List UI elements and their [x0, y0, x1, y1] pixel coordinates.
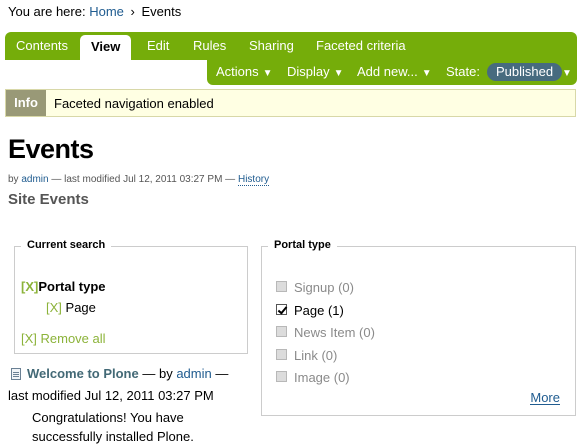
- state-chevron-down-icon[interactable]: ▼: [562, 64, 572, 79]
- breadcrumb-current: Events: [141, 4, 182, 19]
- chevron-down-icon: ▼: [421, 68, 432, 79]
- edit-bar: Contents View Edit Rules Sharing Faceted…: [5, 32, 577, 85]
- remove-value-button[interactable]: [X]: [46, 300, 62, 315]
- checkbox[interactable]: [276, 281, 287, 292]
- tab-view[interactable]: View: [80, 35, 132, 60]
- current-search-widget: Current search [X]Portal type [X] Page […: [14, 239, 248, 354]
- current-search-legend: Current search: [21, 239, 112, 251]
- state-menu-label[interactable]: State:: [446, 64, 480, 79]
- state-badge[interactable]: Published: [487, 63, 563, 81]
- breadcrumb-prefix: You are here:: [8, 4, 86, 19]
- checkbox[interactable]: [276, 371, 287, 382]
- info-message: Faceted navigation enabled: [54, 96, 214, 111]
- option-page[interactable]: Page (1): [276, 303, 344, 318]
- display-menu[interactable]: Display ▼: [287, 64, 344, 79]
- option-news-item[interactable]: News Item (0): [276, 325, 375, 340]
- tab-contents[interactable]: Contents: [16, 38, 68, 53]
- content-actions: Actions ▼ Display ▼ Add new... ▼ State: Pub…: [207, 60, 577, 85]
- criterion-value-page: [X] Page: [46, 300, 96, 315]
- history-link[interactable]: History: [237, 174, 270, 186]
- checkbox[interactable]: [276, 326, 287, 337]
- add-new-menu[interactable]: Add new... ▼: [357, 64, 432, 79]
- remove-criterion-button[interactable]: [X]: [21, 279, 38, 294]
- breadcrumb-home-link[interactable]: Home: [89, 4, 124, 19]
- option-link[interactable]: Link (0): [276, 348, 337, 363]
- result-title-link[interactable]: Welcome to Plone: [27, 366, 139, 381]
- tab-faceted-criteria[interactable]: Faceted criteria: [316, 38, 406, 53]
- criterion-portal-type: [X]Portal type: [21, 279, 106, 294]
- portal-message: Info Faceted navigation enabled: [5, 89, 576, 117]
- option-signup[interactable]: Signup (0): [276, 280, 354, 295]
- option-image[interactable]: Image (0): [276, 370, 350, 385]
- page-title: Events: [8, 134, 94, 164]
- result-modified: last modified Jul 12, 2011 03:27 PM: [8, 388, 214, 403]
- author-link[interactable]: admin: [21, 174, 48, 185]
- tab-sharing[interactable]: Sharing: [249, 38, 294, 53]
- checkbox-checked[interactable]: [276, 304, 287, 315]
- page-description: Site Events: [8, 191, 89, 208]
- chevron-down-icon: ▼: [262, 68, 273, 79]
- info-badge: Info: [6, 90, 46, 116]
- result-author-link[interactable]: admin: [176, 366, 211, 381]
- portal-type-widget: Portal type Signup (0) Page (1) News Ite…: [261, 239, 576, 416]
- more-link[interactable]: More: [530, 391, 560, 405]
- chevron-down-icon: ▼: [333, 68, 344, 79]
- tab-edit[interactable]: Edit: [147, 38, 169, 53]
- portal-type-legend: Portal type: [268, 239, 337, 251]
- content-views: Contents View Edit Rules Sharing Faceted…: [5, 32, 577, 60]
- breadcrumb: You are here: Home › Events: [8, 4, 181, 19]
- remove-all-button[interactable]: [X] Remove all: [21, 331, 106, 346]
- document-icon: [11, 368, 21, 380]
- checkbox[interactable]: [276, 349, 287, 360]
- breadcrumb-separator: ›: [130, 4, 135, 19]
- actions-menu[interactable]: Actions ▼: [216, 64, 273, 79]
- tab-rules[interactable]: Rules: [193, 38, 226, 53]
- result-description: Congratulations! You have successfully i…: [32, 410, 194, 444]
- document-byline: by admin — last modified Jul 12, 2011 03…: [8, 174, 270, 186]
